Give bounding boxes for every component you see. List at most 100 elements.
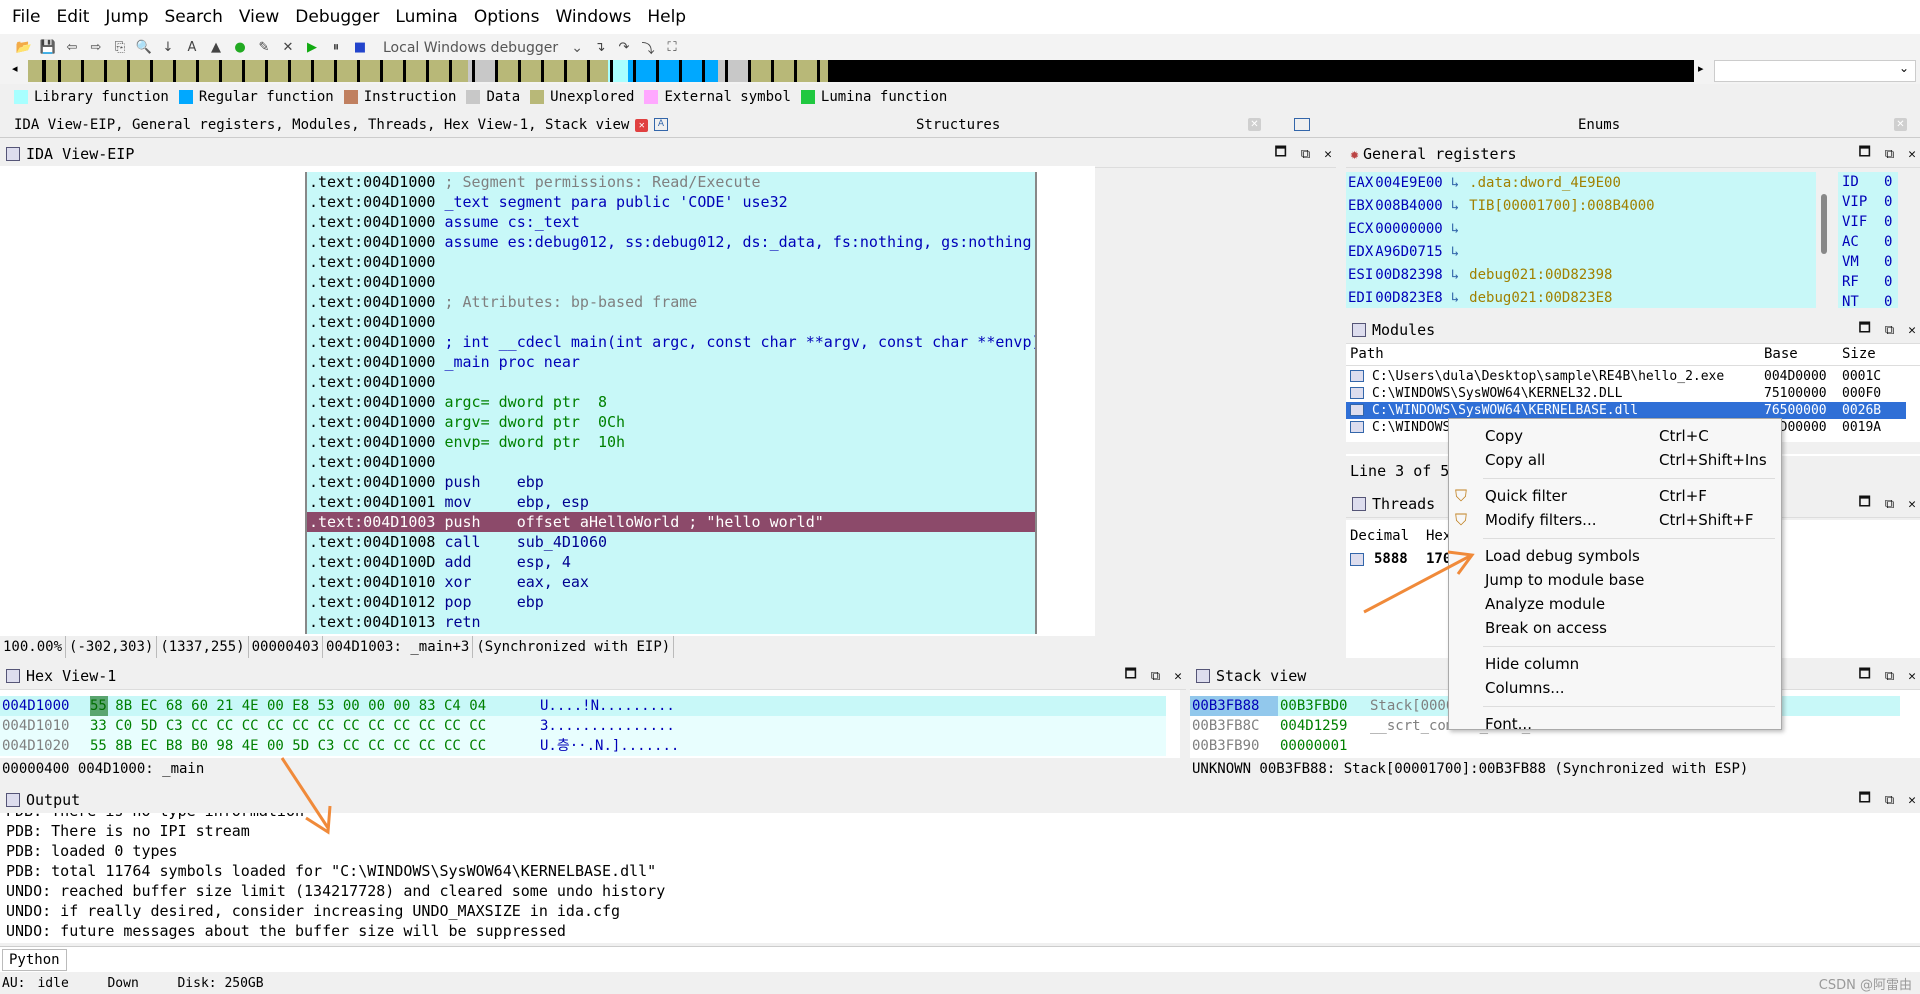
text-icon[interactable]: A: [183, 39, 201, 57]
hex-bytes[interactable]: 33 C0 5D C3 CC CC CC CC CC CC CC CC CC C…: [90, 716, 486, 736]
float-icon[interactable]: ⧉: [1885, 147, 1894, 162]
menu-windows[interactable]: Windows: [547, 0, 639, 34]
disasm-line[interactable]: .text:004D1000 ; Attributes: bp-based fr…: [307, 292, 1035, 312]
flag-row[interactable]: VIF 0: [1842, 212, 1898, 232]
disasm-line[interactable]: .text:004D1000: [307, 252, 1035, 272]
menu-debugger[interactable]: Debugger: [287, 0, 387, 34]
context-menu-item-break-on-access[interactable]: Break on access: [1485, 617, 1775, 639]
jump-arrow-icon[interactable]: ↳: [1451, 221, 1459, 237]
context-menu-item-analyze-module[interactable]: Analyze module: [1485, 593, 1775, 615]
hex-ascii[interactable]: U.층··.N.].......: [540, 736, 679, 756]
hex-view[interactable]: 004D1000 55 8B EC 68 60 21 4E 00 E8 53 00…: [0, 690, 1180, 768]
down-arrow-icon[interactable]: ↓: [159, 39, 177, 57]
module-row[interactable]: C:\WINDOWS\SysWOW64\KERNELBASE.dll 765000…: [1346, 402, 1906, 419]
cli-language-button[interactable]: Python: [2, 949, 67, 971]
patch-icon[interactable]: ✎: [255, 39, 273, 57]
context-menu-item-font[interactable]: Font...: [1485, 713, 1775, 735]
forward-icon[interactable]: ⇨: [87, 39, 105, 57]
debugger-select[interactable]: Local Windows debugger ⌄: [378, 37, 588, 59]
register-row[interactable]: EBX 008B4000 ↳ TIB[00001700]:008B4000: [1346, 195, 1816, 218]
float-icon[interactable]: ⧉: [1885, 793, 1894, 808]
hex-row[interactable]: 004D1000 55 8B EC 68 60 21 4E 00 E8 53 00…: [0, 696, 1166, 716]
disasm-line[interactable]: .text:004D1010 xor eax, eax: [307, 572, 1035, 592]
disasm-line[interactable]: .text:004D1000: [307, 452, 1035, 472]
disasm-line[interactable]: .text:004D1013 retn: [307, 612, 1035, 632]
menu-lumina[interactable]: Lumina: [387, 0, 465, 34]
minimize-icon[interactable]: 🗖: [1859, 493, 1871, 515]
cross-icon[interactable]: ✕: [279, 39, 297, 57]
disasm-line[interactable]: .text:004D1001 mov ebp, esp: [307, 492, 1035, 512]
jump-arrow-icon[interactable]: ↳: [1451, 244, 1459, 260]
close-icon[interactable]: ✕: [1908, 793, 1916, 808]
tab-enums[interactable]: Enums ✕: [1292, 112, 1910, 138]
graph-icon[interactable]: ▲: [207, 39, 225, 57]
jump-arrow-icon[interactable]: ↳: [1451, 267, 1459, 283]
register-value[interactable]: 008B4000: [1375, 198, 1442, 214]
context-menu-item-copy-all[interactable]: Copy all Ctrl+Shift+Ins: [1485, 449, 1775, 471]
jump-arrow-icon[interactable]: ↳: [1451, 290, 1459, 306]
registers-scrollbar[interactable]: [1818, 172, 1832, 308]
context-menu-item-hide-column[interactable]: Hide column: [1485, 653, 1775, 675]
hex-bytes[interactable]: 55 8B EC 68 60 21 4E 00 E8 53 00 00 00 8…: [90, 696, 486, 716]
context-menu-item-columns[interactable]: Columns...: [1485, 677, 1775, 699]
nav-right-arrow-icon[interactable]: ▸: [1698, 62, 1704, 75]
context-menu-item-copy[interactable]: Copy Ctrl+C: [1485, 425, 1775, 447]
save-icon[interactable]: 💾: [39, 39, 57, 57]
menu-edit[interactable]: Edit: [48, 0, 97, 34]
context-menu-item-modify-filters[interactable]: Modify filters... Ctrl+Shift+F ⛉: [1455, 509, 1775, 531]
disasm-line[interactable]: .text:004D1000 _text segment para public…: [307, 192, 1035, 212]
close-icon[interactable]: ✕: [1908, 323, 1916, 338]
register-row[interactable]: EDX A96D0715 ↳: [1346, 241, 1816, 264]
breakpoint-icon[interactable]: ⛶: [663, 39, 681, 57]
flag-row[interactable]: ID 0: [1842, 172, 1898, 192]
menu-search[interactable]: Search: [157, 0, 231, 34]
flags-list[interactable]: ID 0 VIP 0 VIF 0 AC 0 VM 0 RF 0 NT 0: [1838, 172, 1898, 310]
disassembly-listing[interactable]: .text:004D1000 ; Segment permissions: Re…: [305, 172, 1037, 634]
disasm-line[interactable]: .text:004D1000 _main proc near: [307, 352, 1035, 372]
register-value[interactable]: A96D0715: [1375, 244, 1442, 260]
register-value[interactable]: 00000000: [1375, 221, 1442, 237]
hex-ascii[interactable]: 3...............: [540, 716, 675, 736]
context-menu-item-load-debug-symbols[interactable]: Load debug symbols: [1485, 545, 1775, 567]
module-row[interactable]: C:\Users\dula\Desktop\sample\RE4B\hello_…: [1346, 368, 1906, 385]
hex-bytes[interactable]: 55 8B EC B8 B0 98 4E 00 5D C3 CC CC CC C…: [90, 736, 486, 756]
search-icon[interactable]: 🔍: [135, 39, 153, 57]
navigation-band[interactable]: [28, 60, 1694, 82]
flag-row[interactable]: VM 0: [1842, 252, 1898, 272]
registers-list[interactable]: EAX 004E9E00 ↳ .data:dword_4E9E00 EBX 008B400…: [1346, 172, 1816, 308]
play-icon[interactable]: ▶: [303, 39, 321, 57]
close-icon[interactable]: ✕: [1174, 669, 1182, 684]
jump-arrow-icon[interactable]: ↳: [1451, 198, 1459, 214]
disasm-line[interactable]: .text:004D1012 pop ebp: [307, 592, 1035, 612]
modules-column-header[interactable]: Path: [1350, 346, 1384, 362]
minimize-icon[interactable]: 🗖: [1125, 665, 1137, 687]
float-icon[interactable]: ⧉: [1151, 669, 1160, 684]
segment-select[interactable]: ⌄: [1714, 60, 1916, 82]
close-icon[interactable]: ✕: [635, 118, 649, 132]
register-row[interactable]: ESI 00D82398 ↳ debug021:00D82398: [1346, 264, 1816, 287]
register-value[interactable]: 004E9E00: [1375, 175, 1442, 191]
minimize-icon[interactable]: 🗖: [1859, 143, 1871, 165]
disasm-line[interactable]: .text:004D1000 argv= dword ptr 0Ch: [307, 412, 1035, 432]
close-icon[interactable]: ✕: [1894, 118, 1907, 131]
flag-row[interactable]: NT 0: [1842, 292, 1898, 312]
register-value[interactable]: 00D823E8: [1375, 290, 1442, 306]
modules-column-header[interactable]: Size: [1842, 346, 1876, 362]
float-icon[interactable]: ⧉: [1301, 147, 1310, 162]
context-menu-item-jump-to-module-base[interactable]: Jump to module base: [1485, 569, 1775, 591]
disasm-line[interactable]: .text:004D1000 ; int __cdecl main(int ar…: [307, 332, 1035, 352]
close-icon[interactable]: ✕: [1248, 118, 1261, 131]
green-circle-icon[interactable]: ●: [231, 39, 249, 57]
register-row[interactable]: ECX 00000000 ↳: [1346, 218, 1816, 241]
stop-icon[interactable]: ■: [351, 39, 369, 57]
disasm-line[interactable]: .text:004D1000: [307, 312, 1035, 332]
nav-left-arrow-icon[interactable]: ◂: [12, 62, 18, 75]
disasm-line[interactable]: .text:004D1000: [307, 372, 1035, 392]
float-icon[interactable]: ⧉: [1885, 669, 1894, 684]
command-input[interactable]: [70, 949, 1910, 970]
step-over-icon[interactable]: ↷: [615, 39, 633, 57]
minimize-icon[interactable]: 🗖: [1859, 789, 1871, 811]
menu-help[interactable]: Help: [639, 0, 694, 34]
minimize-icon[interactable]: 🗖: [1275, 143, 1287, 165]
menu-options[interactable]: Options: [466, 0, 548, 34]
